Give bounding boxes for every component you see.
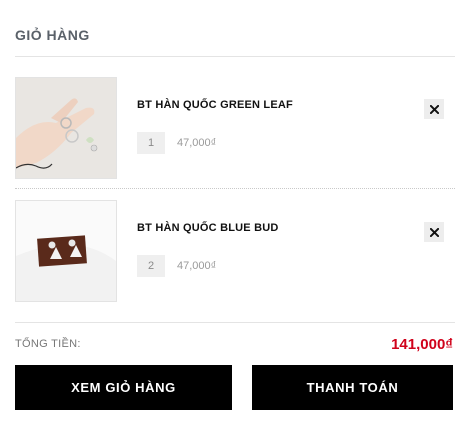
product-price: 47,000₫	[177, 137, 217, 149]
product-name[interactable]: BT HÀN QUỐC GREEN LEAF	[137, 99, 293, 111]
product-image[interactable]	[15, 200, 117, 302]
close-icon	[429, 227, 439, 237]
total-divider	[15, 322, 455, 323]
total-label: TỔNG TIỀN:	[15, 338, 81, 350]
product-photo-earrings-hand	[16, 78, 116, 178]
product-image[interactable]	[15, 77, 117, 179]
quantity-box[interactable]: 2	[137, 255, 165, 277]
total-value: 141,000₫	[391, 336, 453, 353]
view-cart-button[interactable]: XEM GIỎ HÀNG	[15, 365, 232, 410]
checkout-button[interactable]: THANH TOÁN	[252, 365, 453, 410]
product-price: 47,000₫	[177, 260, 217, 272]
remove-item-button[interactable]	[424, 222, 444, 242]
mini-cart-panel: GIỎ HÀNG BT HÀN QUỐC GREEN LEAF 1 47,000…	[0, 0, 467, 427]
product-name[interactable]: BT HÀN QUỐC BLUE BUD	[137, 222, 279, 234]
remove-item-button[interactable]	[424, 99, 444, 119]
cart-item: BT HÀN QUỐC GREEN LEAF 1 47,000₫	[15, 77, 455, 180]
header-divider	[15, 56, 455, 57]
item-divider	[15, 188, 455, 189]
cart-item: BT HÀN QUỐC BLUE BUD 2 47,000₫	[15, 200, 455, 303]
close-icon	[429, 104, 439, 114]
product-photo-earrings-card	[16, 201, 116, 301]
quantity-box[interactable]: 1	[137, 132, 165, 154]
cart-title: GIỎ HÀNG	[15, 27, 90, 43]
